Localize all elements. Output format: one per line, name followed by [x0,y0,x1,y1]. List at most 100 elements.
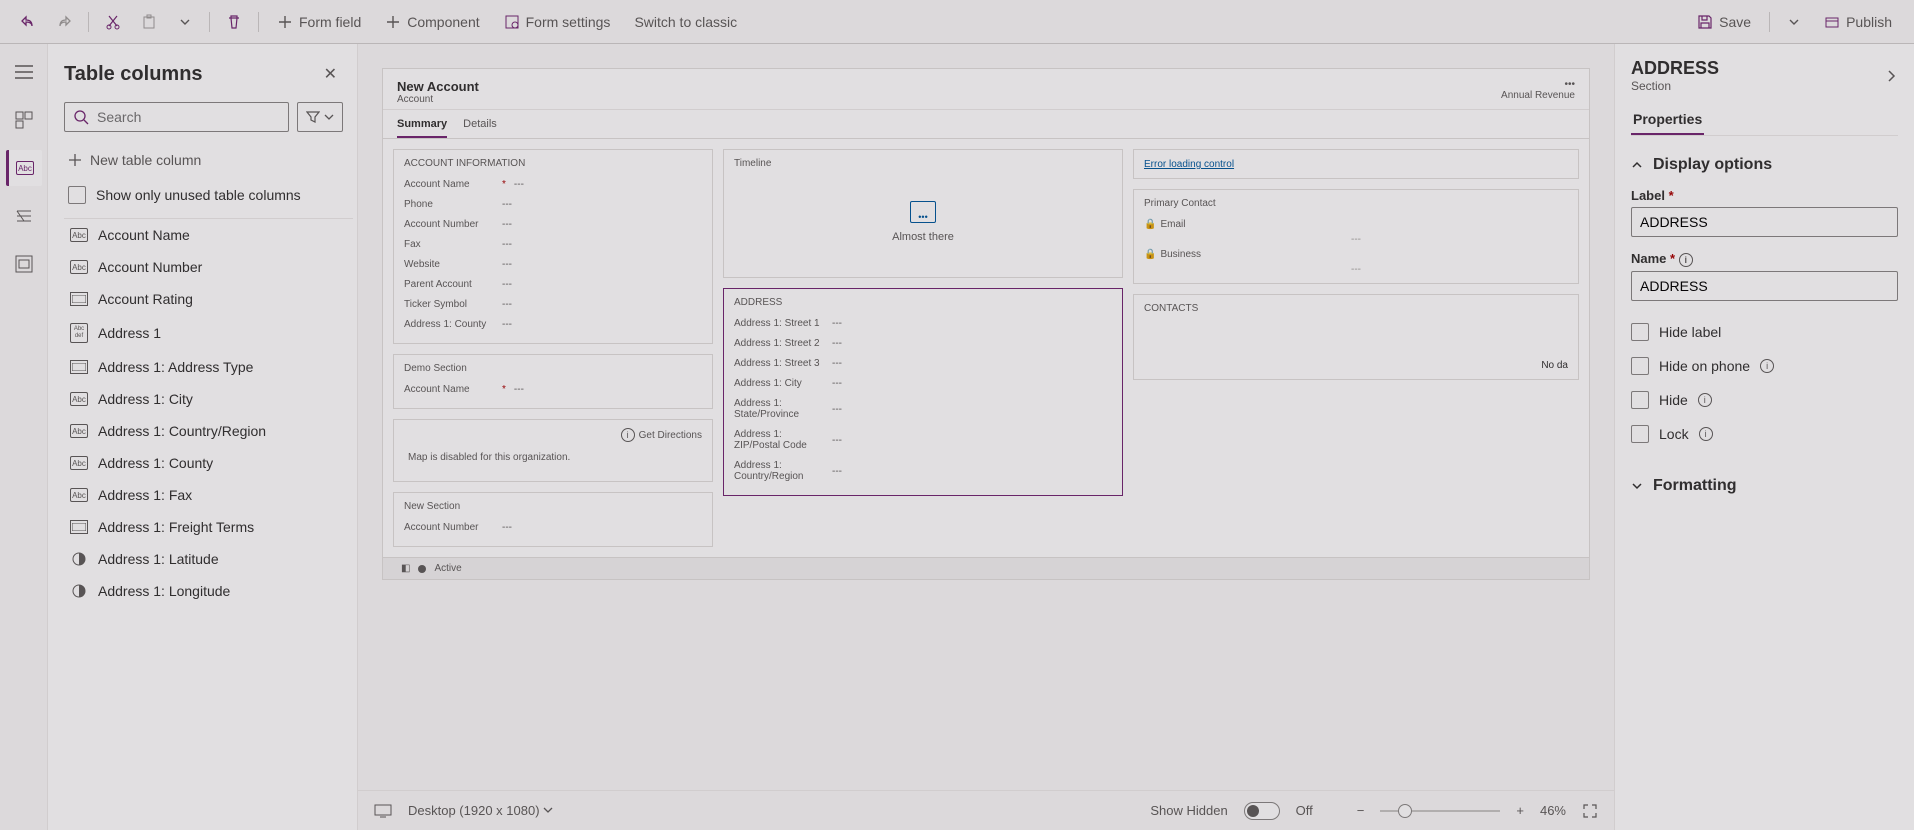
form-field[interactable]: Parent Account--- [404,275,702,295]
section-error-control[interactable]: Error loading control [1133,149,1579,179]
form-title: New Account [397,79,479,94]
column-type-icon [70,360,88,374]
rail-menu-button[interactable] [6,54,42,90]
form-field[interactable]: Address 1: State/Province--- [734,394,1112,425]
zoom-slider[interactable] [1380,810,1500,812]
formatting-accordion[interactable]: Formatting [1631,473,1898,499]
form-field[interactable]: Account Number--- [404,215,702,235]
section-timeline[interactable]: Timeline Almost there [723,149,1123,278]
show-hidden-toggle[interactable] [1244,802,1280,820]
hide-checkbox[interactable] [1631,391,1649,409]
column-item[interactable]: AbcAddress 1: Fax [64,479,353,511]
error-loading-link[interactable]: Error loading control [1144,159,1234,170]
chevron-up-icon [1631,159,1643,171]
add-component-button[interactable]: Component [375,8,489,36]
zoom-in-button[interactable]: + [1516,803,1524,818]
form-field[interactable]: Address 1: County--- [404,315,702,335]
zoom-out-button[interactable]: − [1357,803,1365,818]
column-item[interactable]: Address 1: Address Type [64,351,353,383]
form-field[interactable]: Address 1: Street 3--- [734,354,1112,374]
column-item[interactable]: AbcAddress 1: Country/Region [64,415,353,447]
search-icon [73,109,89,125]
display-options-accordion[interactable]: Display options [1631,152,1898,178]
section-account-information[interactable]: ACCOUNT INFORMATION Account Name*---Phon… [393,149,713,344]
form-field[interactable]: Account Name*--- [404,380,702,400]
expand-props-button[interactable] [1884,69,1898,83]
desktop-icon [374,804,392,818]
lock-icon: 🔒 [1144,249,1156,260]
props-title: ADDRESS [1631,58,1719,79]
properties-tab[interactable]: Properties [1631,105,1704,135]
columns-filter-button[interactable] [297,102,343,132]
columns-search-box[interactable] [64,102,289,132]
cut-button[interactable] [97,8,129,36]
form-field[interactable]: Phone--- [404,195,702,215]
redo-button[interactable] [48,8,80,36]
section-primary-contact[interactable]: Primary Contact 🔒Email --- 🔒Business --- [1133,189,1579,284]
close-columns-panel[interactable]: ✕ [320,60,341,88]
label-input[interactable] [1631,207,1898,237]
save-button[interactable]: Save [1687,8,1761,36]
timeline-icon [910,201,936,223]
columns-search-input[interactable] [97,109,280,125]
left-rail: Abc [0,44,48,830]
rail-tree-button[interactable] [6,198,42,234]
column-type-icon: Abc [70,424,88,438]
add-form-field-button[interactable]: Form field [267,8,371,36]
column-item[interactable]: Account Rating [64,283,353,315]
section-contacts[interactable]: CONTACTS No da [1133,294,1579,380]
hide-phone-checkbox[interactable] [1631,357,1649,375]
column-type-icon [70,292,88,306]
save-dropdown[interactable] [1778,8,1810,36]
rail-components-button[interactable] [6,102,42,138]
column-type-icon [70,520,88,534]
viewport-selector[interactable]: Desktop (1920 x 1080) [408,803,553,818]
rail-layout-button[interactable] [6,246,42,282]
section-map[interactable]: iGet Directions Map is disabled for this… [393,419,713,482]
section-new[interactable]: New Section Account Number--- [393,492,713,547]
delete-button[interactable] [218,8,250,36]
section-address[interactable]: ADDRESS Address 1: Street 1---Address 1:… [723,288,1123,496]
column-item[interactable]: Address 1: Freight Terms [64,511,353,543]
rail-columns-button[interactable]: Abc [6,150,42,186]
column-type-icon: Abc [70,260,88,274]
column-item[interactable]: AbcAddress 1: County [64,447,353,479]
new-table-column-button[interactable]: New table column [64,142,353,178]
form-settings-button[interactable]: Form settings [494,8,621,36]
paste-button[interactable] [133,8,165,36]
form-field[interactable]: Account Number--- [404,518,702,538]
column-item[interactable]: AbcAddress 1: City [64,383,353,415]
column-item[interactable]: Abc defAddress 1 [64,315,353,351]
filter-icon [306,110,320,124]
form-field[interactable]: Address 1: City--- [734,374,1112,394]
form-field[interactable]: Address 1: Street 2--- [734,334,1112,354]
form-tab[interactable]: Details [463,118,497,138]
properties-panel: ADDRESS Section Properties Display optio… [1614,44,1914,830]
column-item[interactable]: Address 1: Longitude [64,575,353,607]
form-field[interactable]: Account Name*--- [404,175,702,195]
form-tab[interactable]: Summary [397,118,447,138]
column-item[interactable]: AbcAccount Number [64,251,353,283]
header-annual-revenue: Annual Revenue [1501,90,1575,101]
undo-button[interactable] [12,8,44,36]
form-field[interactable]: Fax--- [404,235,702,255]
publish-button[interactable]: Publish [1814,8,1902,36]
show-unused-checkbox[interactable] [68,186,86,204]
form-field[interactable]: Website--- [404,255,702,275]
form-field[interactable]: Address 1: Street 1--- [734,314,1112,334]
columns-list[interactable]: AbcAccount NameAbcAccount NumberAccount … [64,218,353,830]
paste-dropdown[interactable] [169,8,201,36]
column-item[interactable]: AbcAccount Name [64,219,353,251]
section-demo[interactable]: Demo Section Account Name*--- [393,354,713,409]
form-field[interactable]: Ticker Symbol--- [404,295,702,315]
form-field[interactable]: Address 1: Country/Region--- [734,456,1112,487]
zoom-value: 46% [1540,803,1566,818]
lock-checkbox[interactable] [1631,425,1649,443]
switch-classic-button[interactable]: Switch to classic [624,8,747,36]
hide-label-checkbox[interactable] [1631,323,1649,341]
name-input[interactable] [1631,271,1898,301]
fit-to-screen-button[interactable] [1582,803,1598,819]
column-item-label: Address 1 [98,325,161,341]
form-field[interactable]: Address 1: ZIP/Postal Code--- [734,425,1112,456]
column-item[interactable]: Address 1: Latitude [64,543,353,575]
